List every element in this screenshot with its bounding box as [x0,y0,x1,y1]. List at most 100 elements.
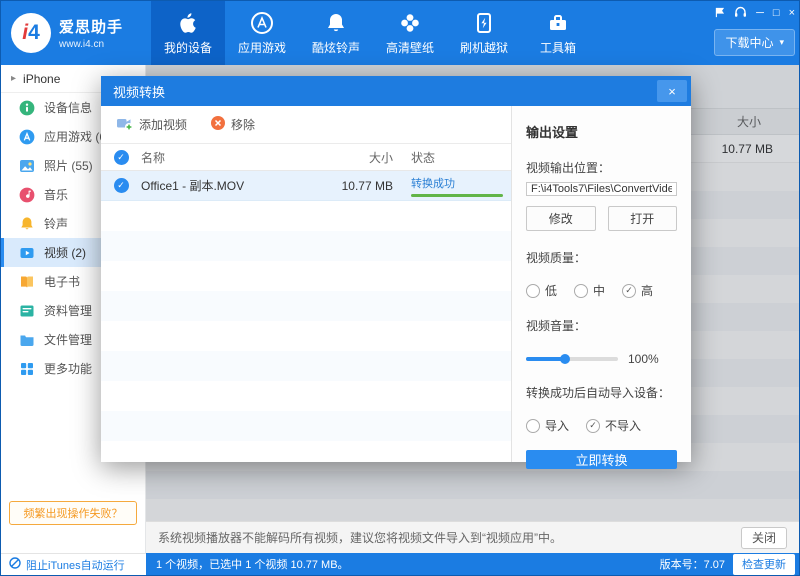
data-cabinet-icon [19,303,35,319]
volume-slider-row: 100% [526,352,677,366]
window-controls: ─ □ × [714,6,795,21]
sidebar-item-label: 音乐 [44,186,68,203]
radio-checked-icon: ✓ [622,284,636,298]
photo-icon [19,158,35,174]
sidebar-item-label: 电子书 [44,273,80,290]
sidebar-item-label: 照片 (55) [44,157,93,174]
nav-wallpapers[interactable]: 高清壁纸 [373,1,447,65]
sidebar-item-label: 铃声 [44,215,68,232]
app-logo: i4 爱思助手 www.i4.cn [1,1,151,65]
video-file-row[interactable]: ✓ Office1 - 副本.MOV 10.77 MB 转换成功 [101,171,511,201]
column-name[interactable]: 名称 [141,149,319,166]
sidebar-item-label: 资料管理 [44,302,92,319]
video-quality-label: 视频质量： [526,249,677,266]
dialog-titlebar: 视频转换 × [101,76,691,106]
radio-checked-icon: ✓ [586,419,600,433]
maximize-button[interactable]: □ [773,8,780,19]
import-yes-radio[interactable]: 导入 [526,417,569,434]
quality-low-radio[interactable]: 低 [526,282,557,299]
appstore-icon [250,10,275,35]
convert-now-button[interactable]: 立即转换 [526,450,677,469]
add-video-button[interactable]: 添加视频 [117,116,187,134]
selection-summary: 1 个视频，已选中 1 个视频 10.77 MB。 [156,556,349,572]
version-label: 版本号：7.07 [660,556,725,572]
grid-icon [19,361,35,377]
modify-button[interactable]: 修改 [526,206,596,231]
main-nav: 我的设备 应用游戏 酷炫铃声 高清壁纸 [151,1,595,65]
volume-slider-track[interactable] [526,357,618,361]
status-bar: 阻止iTunes自动运行 1 个视频，已选中 1 个视频 10.77 MB。 版… [1,553,800,575]
column-size[interactable]: 大小 [319,149,399,166]
convert-toolbar: 添加视频 移除 [101,106,511,144]
convert-table-header: ✓ 名称 大小 状态 [101,144,511,171]
block-itunes-toggle[interactable]: 阻止iTunes自动运行 [1,553,146,575]
open-button[interactable]: 打开 [608,206,678,231]
support-headset-icon[interactable] [734,6,747,21]
radio-unchecked-icon [574,284,588,298]
notice-message: 系统视频播放器不能解码所有视频，建议您将视频文件导入到“视频应用”中。 [158,529,562,546]
quality-radio-group: 低 中 ✓ 高 [526,282,677,299]
apple-icon [176,10,201,35]
radio-unchecked-icon [526,284,540,298]
block-itunes-label: 阻止iTunes自动运行 [26,557,125,573]
music-note-icon [19,187,35,203]
download-center-button[interactable]: 下载中心 ▾ [714,29,795,56]
nav-my-device[interactable]: 我的设备 [151,1,225,65]
video-volume-label: 视频音量： [526,317,677,334]
app-window: i4 爱思助手 www.i4.cn 我的设备 应用游戏 [0,0,800,576]
bell-icon [324,10,349,35]
nav-toolbox[interactable]: 工具箱 [521,1,595,65]
dialog-title: 视频转换 [113,82,165,101]
import-no-radio[interactable]: ✓ 不导入 [586,417,641,434]
logo-text: 爱思助手 www.i4.cn [59,16,123,50]
nav-label: 高清壁纸 [386,39,434,56]
window-close-button[interactable]: × [789,8,795,19]
caret-down-icon: ▾ [779,37,784,48]
volume-slider-fill [526,357,565,361]
info-icon [19,100,35,116]
quality-medium-radio[interactable]: 中 [574,282,605,299]
operation-failure-help-button[interactable]: 频繁出现操作失败？ [9,501,137,525]
nav-ringtones[interactable]: 酷炫铃声 [299,1,373,65]
logo-4: 4 [28,21,40,45]
ringtone-bell-icon [19,216,35,232]
import-no-label: 不导入 [605,417,641,434]
row-checkbox[interactable]: ✓ [114,178,129,193]
sidebar-item-label: 更多功能 [44,360,92,377]
notice-close-button[interactable]: 关闭 [741,527,787,549]
output-settings-title: 输出设置 [526,122,677,141]
check-icon: ✓ [625,285,633,296]
dialog-close-button[interactable]: × [657,80,687,102]
folder-icon [19,332,35,348]
check-update-button[interactable]: 检查更新 [733,554,795,575]
check-icon: ✓ [589,420,597,431]
quality-high-radio[interactable]: ✓ 高 [622,282,653,299]
radio-unchecked-icon [526,419,540,433]
column-status[interactable]: 状态 [399,149,511,166]
app-url: www.i4.cn [59,39,123,50]
quality-low-label: 低 [545,282,557,299]
status-right: 版本号：7.07 检查更新 [660,554,800,575]
progress-bar-complete [411,194,503,197]
nav-apps-games[interactable]: 应用游戏 [225,1,299,65]
minimize-button[interactable]: ─ [756,8,764,19]
remove-icon [211,116,225,133]
auto-import-label: 转换成功后自动导入设备： [526,384,677,401]
select-all-checkbox[interactable]: ✓ [114,150,129,165]
output-path-input[interactable] [526,182,677,196]
convert-file-list: 添加视频 移除 ✓ 名称 大小 状态 [101,106,511,462]
feedback-flag-icon[interactable] [714,7,725,21]
nav-flash-jailbreak[interactable]: 刷机越狱 [447,1,521,65]
quality-medium-label: 中 [593,282,605,299]
output-settings-panel: 输出设置 视频输出位置： 修改 打开 视频质量： 低 中 [511,106,691,462]
convert-table-empty-area [101,201,511,462]
volume-slider-thumb[interactable] [560,354,570,364]
chevron-right-icon: ▸ [11,73,16,84]
remove-video-button[interactable]: 移除 [211,116,255,133]
remove-label: 移除 [231,116,255,133]
nav-label: 我的设备 [164,39,212,56]
add-video-icon [117,116,133,134]
sidebar-item-label: 视频 (2) [44,244,86,261]
app-title: 爱思助手 [59,16,123,37]
video-play-icon [19,245,35,261]
